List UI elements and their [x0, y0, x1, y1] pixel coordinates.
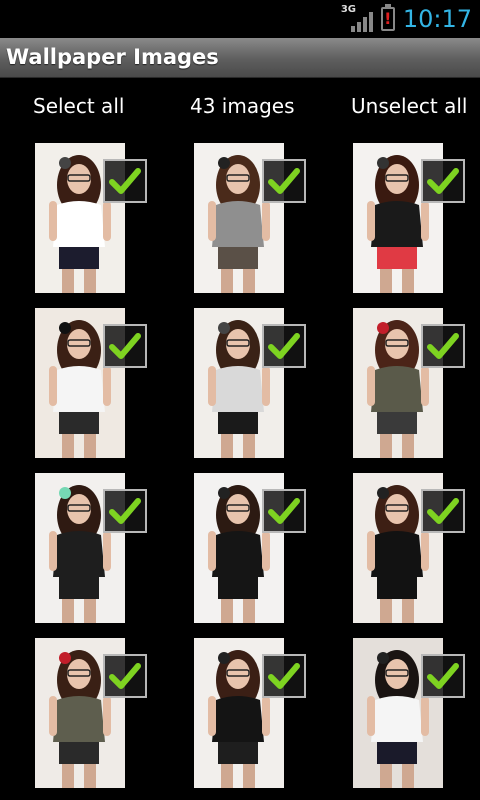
- checkmark-icon: [427, 663, 459, 689]
- title-bar: Wallpaper Images: [0, 38, 480, 78]
- checkmark-icon: [109, 663, 141, 689]
- image-tile[interactable]: [35, 308, 155, 460]
- select-checkbox[interactable]: [262, 489, 306, 533]
- checkmark-icon: [427, 498, 459, 524]
- image-count-label: 43 images: [190, 94, 295, 118]
- select-all-button[interactable]: Select all: [33, 94, 124, 118]
- signal-icon: 3G: [341, 4, 373, 32]
- image-tile[interactable]: [35, 143, 155, 295]
- select-checkbox[interactable]: [103, 159, 147, 203]
- checkmark-icon: [109, 498, 141, 524]
- checkmark-icon: [109, 168, 141, 194]
- checkmark-icon: [109, 333, 141, 359]
- status-icons: 3G ! 10:17: [341, 0, 472, 38]
- image-tile[interactable]: [35, 473, 155, 625]
- select-checkbox[interactable]: [262, 159, 306, 203]
- checkmark-icon: [427, 333, 459, 359]
- battery-alert-icon: !: [380, 4, 395, 31]
- status-bar: 3G ! 10:17: [0, 0, 480, 38]
- image-tile[interactable]: [194, 638, 314, 790]
- image-tile[interactable]: [353, 143, 473, 295]
- image-tile[interactable]: [353, 638, 473, 790]
- image-tile[interactable]: [353, 308, 473, 460]
- image-tile[interactable]: [194, 308, 314, 460]
- image-tile[interactable]: [35, 638, 155, 790]
- select-checkbox[interactable]: [421, 159, 465, 203]
- select-checkbox[interactable]: [262, 324, 306, 368]
- status-time: 10:17: [402, 5, 472, 33]
- select-checkbox[interactable]: [103, 489, 147, 533]
- selection-actions: Select all 43 images Unselect all: [0, 84, 480, 130]
- select-checkbox[interactable]: [103, 654, 147, 698]
- image-tile[interactable]: [194, 473, 314, 625]
- app-title: Wallpaper Images: [6, 45, 219, 69]
- checkmark-icon: [268, 663, 300, 689]
- checkmark-icon: [268, 168, 300, 194]
- checkmark-icon: [268, 498, 300, 524]
- image-tile[interactable]: [194, 143, 314, 295]
- select-checkbox[interactable]: [103, 324, 147, 368]
- checkmark-icon: [268, 333, 300, 359]
- checkmark-icon: [427, 168, 459, 194]
- image-tile[interactable]: [353, 473, 473, 625]
- select-checkbox[interactable]: [421, 654, 465, 698]
- select-checkbox[interactable]: [421, 324, 465, 368]
- select-checkbox[interactable]: [421, 489, 465, 533]
- unselect-all-button[interactable]: Unselect all: [351, 94, 467, 118]
- select-checkbox[interactable]: [262, 654, 306, 698]
